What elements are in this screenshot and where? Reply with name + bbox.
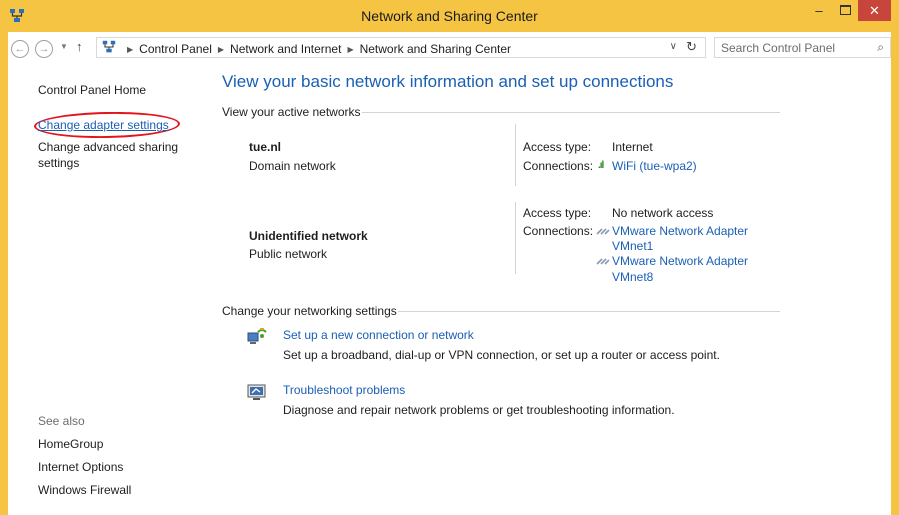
access-type-label: Access type: (523, 140, 592, 154)
maximize-icon (839, 5, 851, 15)
minimize-button[interactable]: – (806, 0, 832, 21)
page-title: View your basic network information and … (222, 72, 674, 91)
search-input[interactable] (715, 38, 871, 57)
recent-locations-chevron-icon[interactable]: ▼ (60, 42, 68, 51)
wifi-connection-link[interactable]: WiFi (tue-wpa2) (612, 159, 697, 173)
access-type-value: No network access (612, 206, 714, 220)
divider (515, 124, 516, 186)
vmware-adapter-link[interactable]: VMnet8 (612, 270, 653, 284)
troubleshoot-link[interactable]: Troubleshoot problems (283, 383, 405, 397)
breadcrumb[interactable]: ▶ Control Panel ▶ Network and Internet ▶ Netw… (96, 37, 706, 58)
network-category: Domain network (249, 159, 336, 173)
chevron-right-icon[interactable]: ▶ (218, 45, 224, 54)
chevron-right-icon[interactable]: ▶ (347, 45, 353, 54)
breadcrumb-control-panel[interactable]: Control Panel (139, 42, 212, 56)
setup-connection-description: Set up a broadband, dial-up or VPN conne… (283, 348, 720, 362)
window: Network and Sharing Center – ✕ ← → ▼ ↑ ▶… (0, 0, 899, 515)
section-label: View your active networks (222, 105, 361, 119)
network-adapter-icon (596, 258, 610, 265)
sidebar-item-homegroup[interactable]: HomeGroup (38, 436, 103, 452)
access-type-label: Access type: (523, 206, 592, 220)
search-icon[interactable]: ⌕ (877, 40, 884, 55)
refresh-icon[interactable]: ↻ (686, 39, 697, 55)
divider (362, 112, 780, 113)
sidebar-item-control-panel-home[interactable]: Control Panel Home (38, 82, 146, 98)
network-name: tue.nl (249, 140, 281, 154)
search-box[interactable]: ⌕ (714, 37, 891, 58)
close-button[interactable]: ✕ (858, 0, 891, 21)
network-category: Public network (249, 247, 328, 261)
troubleshoot-description: Diagnose and repair network problems or … (283, 403, 675, 417)
divider (515, 202, 516, 274)
breadcrumb-network-and-sharing-center[interactable]: Network and Sharing Center (360, 42, 511, 56)
sidebar-item-internet-options[interactable]: Internet Options (38, 459, 123, 475)
new-connection-icon (247, 328, 267, 344)
connections-label: Connections: (523, 224, 594, 238)
network-adapter-icon (596, 228, 610, 235)
see-also-label: See also (38, 414, 85, 428)
setup-connection-link[interactable]: Set up a new connection or network (283, 328, 474, 342)
divider (398, 311, 780, 312)
address-bar: ← → ▼ ↑ ▶ Control Panel ▶ Network and Inter… (8, 32, 891, 64)
network-name: Unidentified network (249, 229, 368, 243)
window-title: Network and Sharing Center (361, 8, 538, 24)
connections-label: Connections: (523, 159, 594, 173)
troubleshoot-icon (247, 384, 266, 400)
sidebar: Control Panel Home Change adapter settin… (33, 64, 208, 515)
section-label: Change your networking settings (222, 304, 397, 318)
vmware-adapter-link[interactable]: VMware Network Adapter (612, 254, 748, 268)
networking-settings-section: Change your networking settings (222, 304, 780, 318)
active-networks-section: View your active networks (222, 105, 780, 119)
back-arrow-icon[interactable]: ← (11, 40, 29, 58)
wifi-signal-icon: .ıl (598, 160, 604, 171)
vmware-adapter-link[interactable]: VMware Network Adapter (612, 224, 748, 238)
breadcrumb-network-and-internet[interactable]: Network and Internet (230, 42, 341, 56)
title-bar: Network and Sharing Center – ✕ (0, 0, 899, 32)
vmware-adapter-link[interactable]: VMnet1 (612, 239, 653, 253)
access-type-value: Internet (612, 140, 653, 154)
sidebar-item-windows-firewall[interactable]: Windows Firewall (38, 482, 131, 498)
maximize-button[interactable] (832, 0, 858, 21)
sidebar-item-change-advanced-sharing-settings[interactable]: Change advanced sharing settings (38, 139, 188, 171)
sidebar-item-change-adapter-settings[interactable]: Change adapter settings (38, 117, 169, 133)
network-sharing-icon (102, 40, 116, 53)
up-arrow-icon[interactable]: ↑ (76, 39, 83, 54)
chevron-right-icon[interactable]: ▶ (127, 45, 133, 54)
chevron-down-icon[interactable]: ∨ (670, 41, 677, 52)
forward-arrow-icon[interactable]: → (35, 40, 53, 58)
